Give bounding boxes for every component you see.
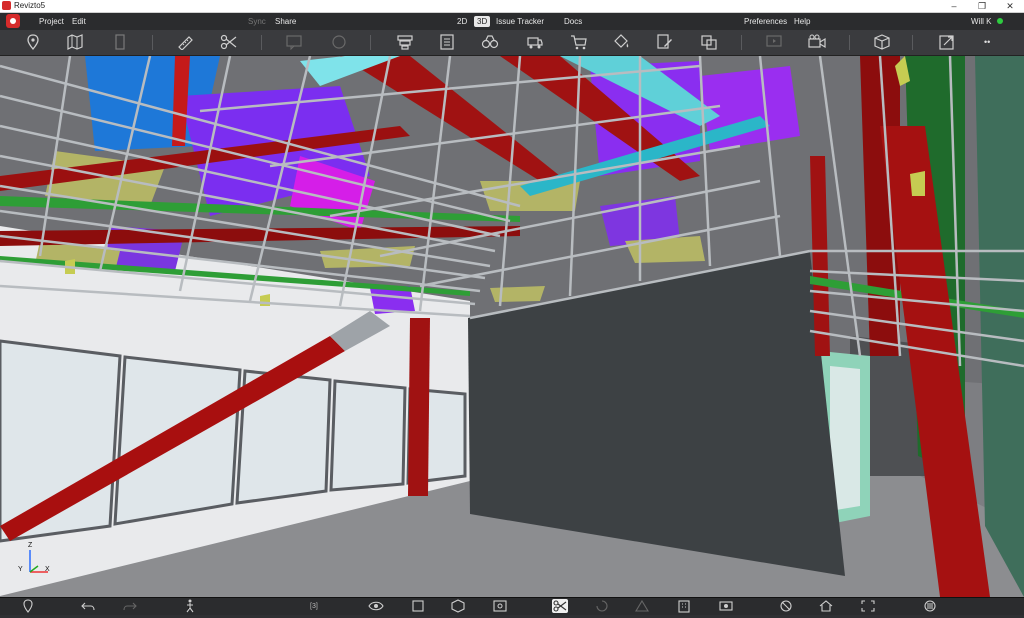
tab-docs[interactable]: Docs xyxy=(564,13,582,30)
cube-icon[interactable] xyxy=(873,34,891,50)
markup-icon[interactable] xyxy=(330,34,348,50)
tab-3d[interactable]: 3D xyxy=(474,16,491,27)
layers-icon[interactable] xyxy=(396,34,414,50)
presentation-icon[interactable] xyxy=(765,34,783,50)
cube-icon[interactable] xyxy=(450,599,466,613)
sheet-icon[interactable] xyxy=(111,34,129,50)
comment-icon[interactable] xyxy=(285,34,303,51)
close-button[interactable]: ✕ xyxy=(996,0,1024,12)
tab-2d[interactable]: 2D xyxy=(457,13,467,30)
focus-icon[interactable] xyxy=(492,599,508,613)
user-name[interactable]: Will K xyxy=(971,13,991,30)
minimize-button[interactable]: – xyxy=(940,0,968,12)
undo-icon[interactable] xyxy=(80,599,96,613)
scene-render xyxy=(0,56,1024,597)
video-camera-icon[interactable] xyxy=(808,34,826,50)
main-toolbar: •• xyxy=(0,30,1024,56)
walk-icon[interactable] xyxy=(182,599,198,613)
menu-bar: Project Edit Sync Share 2D 3D Issue Trac… xyxy=(0,13,1024,30)
3d-viewport[interactable]: Z Y X xyxy=(0,56,1024,597)
rotate-icon[interactable] xyxy=(594,599,610,613)
hide-icon[interactable] xyxy=(778,599,794,613)
box-icon[interactable] xyxy=(410,599,426,613)
bottom-toolbar: [3] xyxy=(0,597,1024,615)
eye-icon[interactable] xyxy=(368,599,384,613)
revizto-logo-icon[interactable] xyxy=(6,14,20,28)
measure-icon[interactable] xyxy=(176,34,194,51)
binoculars-icon[interactable] xyxy=(481,34,499,50)
window-title: Revizto5 xyxy=(14,1,46,10)
export-icon[interactable] xyxy=(938,34,956,50)
more-icon[interactable]: •• xyxy=(984,34,1002,50)
settings-icon[interactable] xyxy=(922,599,938,613)
location-pin-icon[interactable] xyxy=(24,34,42,51)
edit-props-icon[interactable] xyxy=(655,34,673,50)
section-icon[interactable] xyxy=(552,599,568,613)
cart-icon[interactable] xyxy=(570,34,588,50)
triangle-icon[interactable] xyxy=(634,599,650,613)
menu-sync[interactable]: Sync xyxy=(248,13,266,30)
tab-issue-tracker[interactable]: Issue Tracker xyxy=(496,13,544,30)
axis-y-label: Y xyxy=(18,566,23,573)
menu-project[interactable]: Project xyxy=(39,13,64,30)
axis-x-label: X xyxy=(45,566,50,573)
menu-preferences[interactable]: Preferences xyxy=(744,13,787,30)
clash-icon[interactable] xyxy=(700,34,718,50)
menu-share[interactable]: Share xyxy=(275,13,296,30)
axis-z-label: Z xyxy=(28,542,33,549)
scene-count: [3] xyxy=(310,603,318,610)
menu-help[interactable]: Help xyxy=(794,13,810,30)
online-status-icon xyxy=(997,18,1003,24)
redo-icon[interactable] xyxy=(122,599,138,613)
home-icon[interactable] xyxy=(818,599,834,613)
paint-bucket-icon[interactable] xyxy=(612,34,630,50)
building-icon[interactable] xyxy=(676,599,692,613)
axis-gizmo: Z Y X xyxy=(18,540,58,580)
section-cut-icon[interactable] xyxy=(220,34,238,50)
vehicle-icon[interactable] xyxy=(526,34,544,50)
list-icon[interactable] xyxy=(438,34,456,50)
maximize-button[interactable]: ❐ xyxy=(968,0,996,12)
app-icon xyxy=(2,1,11,10)
fit-icon[interactable] xyxy=(860,599,876,613)
map-pin-icon[interactable] xyxy=(66,34,84,50)
location-pin-icon[interactable] xyxy=(20,599,36,613)
menu-edit[interactable]: Edit xyxy=(72,13,86,30)
title-bar: Revizto5 – ❐ ✕ xyxy=(0,0,1024,13)
view-icon[interactable] xyxy=(718,599,734,613)
